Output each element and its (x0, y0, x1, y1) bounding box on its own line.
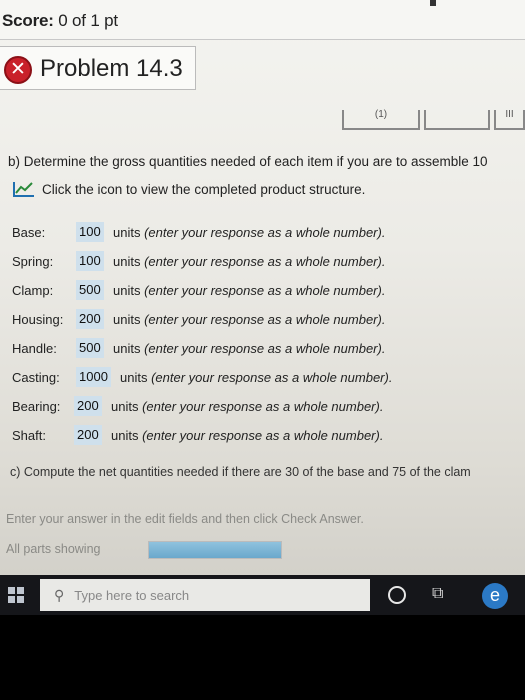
score-text: Score: 0 of 1 pt (2, 11, 118, 31)
task-view-icon[interactable]: ⧉ (432, 585, 443, 603)
item-unit: units (enter your response as a whole nu… (120, 369, 393, 385)
item-unit: units (enter your response as a whole nu… (113, 253, 386, 269)
problem-header: ✕ Problem 14.3 (0, 46, 196, 90)
item-unit: units (enter your response as a whole nu… (113, 224, 386, 240)
item-label: Clamp: (12, 282, 54, 298)
item-unit: units (enter your response as a whole nu… (113, 311, 386, 327)
item-value-field[interactable]: 1000 (76, 367, 111, 387)
instructions-text: Enter your answer in the edit fields and… (6, 512, 364, 526)
part-tab-1[interactable]: (1) (342, 110, 420, 130)
windows-start-icon[interactable] (8, 587, 24, 603)
item-row-base: Base: 100 units (enter your response as … (12, 222, 385, 242)
item-label: Base: (12, 224, 46, 240)
item-unit: units (enter your response as a whole nu… (111, 427, 384, 443)
parts-showing-label: All parts showing (6, 542, 101, 556)
progress-fill (149, 542, 281, 558)
browser-viewport: Score: 0 of 1 pt ✕ Problem 14.3 (1) III … (0, 0, 525, 615)
item-row-clamp: Clamp: 500 units (enter your response as… (12, 280, 385, 300)
item-row-handle: Handle: 500 units (enter your response a… (12, 338, 385, 358)
chart-icon[interactable] (12, 180, 36, 198)
item-label: Housing: (12, 311, 64, 327)
taskbar-search-input[interactable]: ⚲ Type here to search (40, 579, 370, 611)
item-row-housing: Housing: 200 units (enter your response … (12, 309, 385, 329)
item-label: Bearing: (12, 398, 61, 414)
item-value-field[interactable]: 200 (74, 396, 102, 416)
product-structure-link[interactable]: Click the icon to view the completed pro… (12, 177, 365, 201)
item-row-shaft: Shaft: 200 units (enter your response as… (12, 425, 383, 445)
item-value-field[interactable]: 200 (76, 309, 104, 329)
item-value-field[interactable]: 500 (76, 338, 104, 358)
parts-progress-bar (148, 541, 282, 559)
item-value-field[interactable]: 500 (76, 280, 104, 300)
item-label: Handle: (12, 340, 57, 356)
score-label: Score: (2, 11, 54, 30)
search-icon: ⚲ (54, 586, 65, 603)
score-value: 0 of 1 pt (58, 11, 118, 30)
item-unit: units (enter your response as a whole nu… (111, 398, 384, 414)
part-tab-3[interactable]: III (494, 110, 525, 130)
toolbar-mark (430, 0, 436, 6)
part-tab-2[interactable] (424, 110, 490, 130)
question-c: c) Compute the net quantities needed if … (10, 465, 471, 479)
item-unit: units (enter your response as a whole nu… (113, 282, 386, 298)
item-label: Shaft: (12, 427, 46, 443)
item-unit: units (enter your response as a whole nu… (113, 340, 386, 356)
question-b: b) Determine the gross quantities needed… (8, 154, 488, 169)
cortana-icon[interactable] (388, 586, 406, 604)
edge-browser-icon[interactable]: e (482, 583, 508, 609)
search-placeholder: Type here to search (74, 587, 190, 603)
incorrect-x-icon: ✕ (4, 56, 32, 84)
item-row-spring: Spring: 100 units (enter your response a… (12, 251, 385, 271)
item-row-bearing: Bearing: 200 units (enter your response … (12, 396, 383, 416)
item-value-field[interactable]: 100 (76, 222, 104, 242)
item-label: Casting: (12, 369, 60, 385)
item-value-field[interactable]: 100 (76, 251, 104, 271)
item-row-casting: Casting: 1000 units (enter your response… (12, 367, 392, 387)
part-tabs: (1) III (336, 110, 525, 132)
windows-taskbar: ⚲ Type here to search ⧉ e (0, 575, 525, 615)
item-value-field[interactable]: 200 (74, 425, 102, 445)
score-bar: Score: 0 of 1 pt (0, 0, 525, 40)
product-structure-text: Click the icon to view the completed pro… (42, 181, 366, 197)
item-label: Spring: (12, 253, 54, 269)
problem-title: Problem 14.3 (40, 55, 183, 82)
